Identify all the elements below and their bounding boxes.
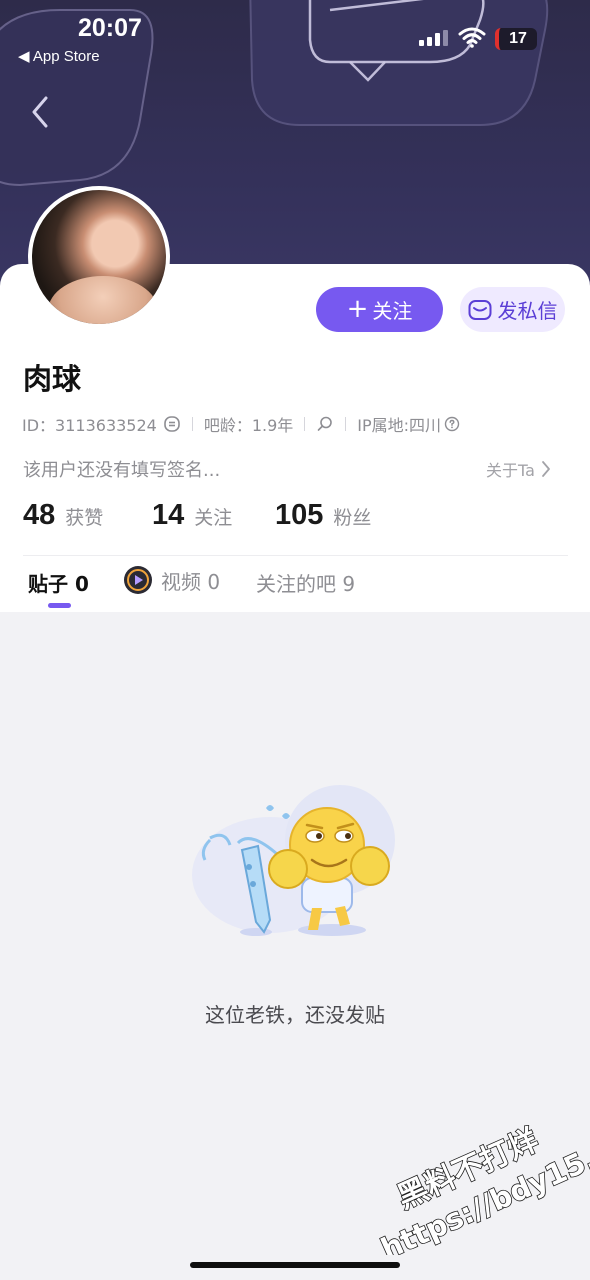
meta-separator — [345, 417, 347, 431]
signal-icon — [419, 30, 448, 46]
tab-followed-bars-label: 关注的吧 9 — [256, 572, 356, 596]
profile-tabs: 贴子 0 视频 0 关注的吧 9 — [0, 556, 590, 612]
empty-state-illustration — [192, 785, 395, 936]
user-id: ID：3113633524 — [22, 416, 157, 435]
empty-state-message: 这位老铁，还没发贴 — [205, 1003, 385, 1027]
about-label: 关于Ta — [486, 461, 535, 480]
ip-location: IP属地:四川 — [357, 416, 442, 435]
username: 肉球 — [23, 362, 82, 396]
help-icon[interactable] — [444, 416, 460, 432]
chevron-right-icon — [542, 461, 550, 477]
follow-button-label: 关注 — [372, 299, 413, 323]
tab-followed-bars[interactable]: 关注的吧 9 — [256, 568, 355, 597]
meta-separator — [304, 417, 306, 431]
tab-videos-label: 视频 0 — [161, 569, 221, 594]
stat-value: 14 — [152, 499, 185, 531]
send-message-label: 发私信 — [497, 299, 558, 323]
avatar[interactable] — [28, 186, 170, 328]
stat-label: 粉丝 — [333, 507, 372, 529]
stats-row: 48 获赞 14 关注 105 粉丝 — [23, 499, 371, 537]
stat-label: 关注 — [194, 507, 233, 529]
bar-age: 吧龄：1.9年 — [203, 416, 294, 435]
tab-videos[interactable]: 视频 0 — [123, 565, 220, 595]
copy-icon[interactable] — [163, 415, 181, 433]
stat-following[interactable]: 14 关注 — [152, 499, 275, 532]
home-indicator[interactable] — [190, 1262, 400, 1268]
follow-button[interactable]: + 关注 — [316, 287, 443, 332]
meta-separator — [191, 417, 193, 431]
tab-posts[interactable]: 贴子 0 — [28, 568, 89, 597]
watermark: 黑料不打烊 https://bdy15.co — [375, 1122, 590, 1255]
status-bar: 20:07 ◀ App Store 17 — [0, 0, 590, 74]
back-chevron-icon[interactable] — [28, 92, 54, 132]
signature-text: 该用户还没有填写签名... — [23, 460, 221, 481]
search-icon[interactable] — [316, 415, 334, 433]
plus-icon: + — [346, 293, 369, 324]
tab-active-indicator — [48, 603, 71, 608]
avatar-portrait — [48, 276, 158, 324]
stat-followers[interactable]: 105 粉丝 — [275, 499, 371, 532]
tab-posts-label: 贴子 0 — [28, 572, 89, 596]
profile-meta-row: ID：3113633524 吧龄：1.9年 IP属地:四川 — [22, 412, 460, 436]
stat-likes: 48 获赞 — [23, 499, 152, 532]
about-link[interactable]: 关于Ta — [486, 457, 551, 481]
battery-icon: 17 — [495, 28, 537, 50]
wifi-icon — [458, 27, 486, 48]
envelope-icon — [468, 299, 491, 320]
stat-value: 48 — [23, 499, 56, 531]
stat-value: 105 — [275, 499, 324, 531]
send-message-button[interactable]: 发私信 — [460, 287, 565, 332]
back-to-app-store-link[interactable]: ◀ App Store — [18, 47, 100, 65]
video-play-icon — [124, 566, 152, 594]
stat-label: 获赞 — [65, 507, 104, 529]
status-time: 20:07 — [78, 14, 142, 42]
